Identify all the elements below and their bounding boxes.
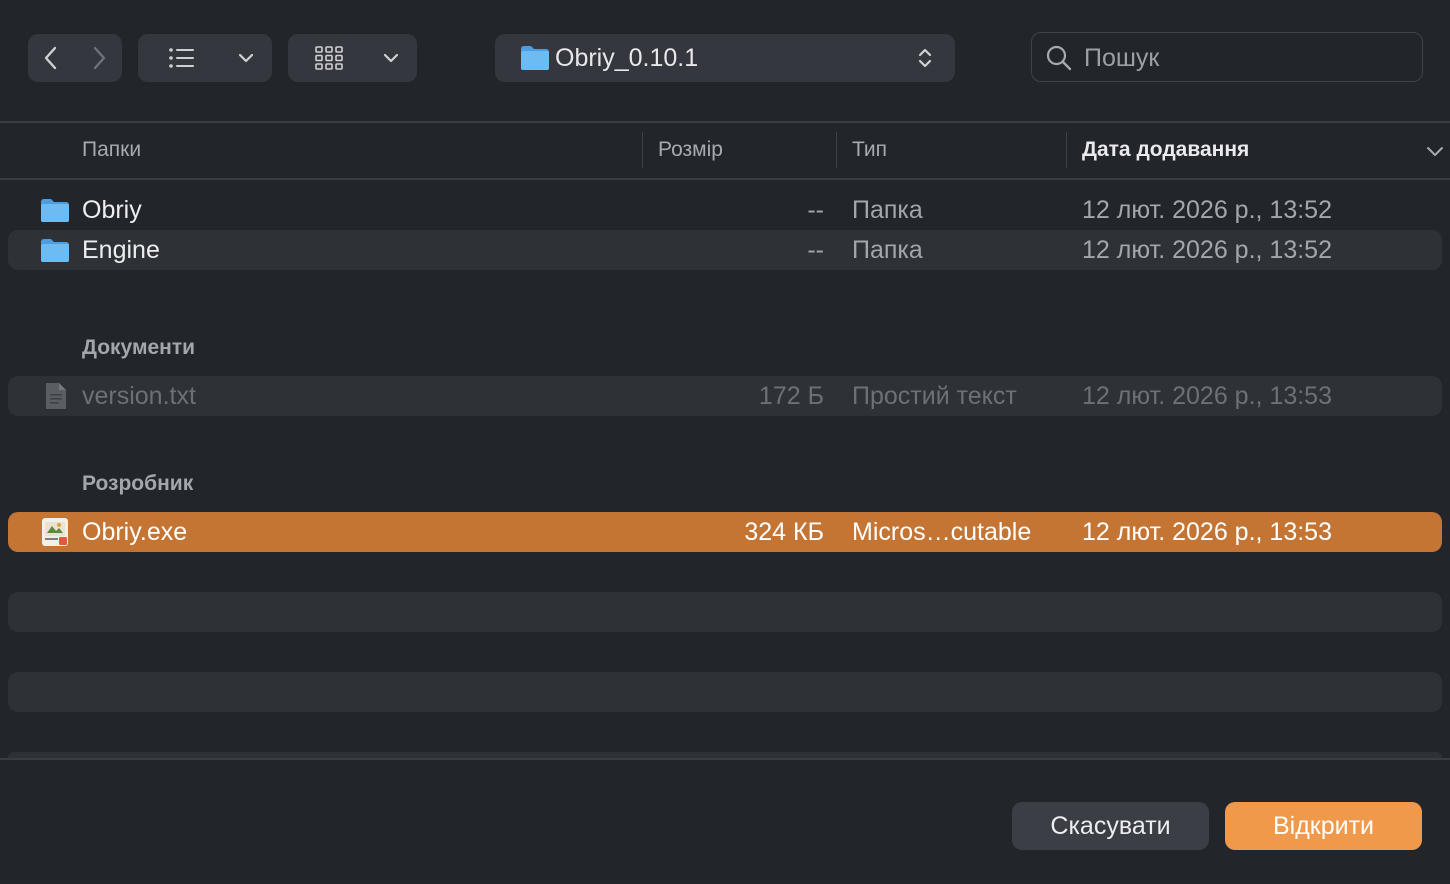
empty-row	[8, 592, 1442, 632]
divider	[0, 758, 1450, 760]
list-item-folder-engine[interactable]: Engine -- Папка 12 лют. 2026 р., 13:52	[8, 230, 1442, 270]
open-button[interactable]: Відкрити	[1225, 802, 1422, 850]
file-type: Папка	[852, 196, 923, 224]
list-item-obriy-exe[interactable]: Obriy.exe 324 КБ Micros…cutable 12 лют. …	[8, 512, 1442, 552]
file-type: Папка	[852, 236, 923, 264]
toolbar: Obriy_0.10.1	[0, 0, 1450, 122]
file-name: Obriy	[82, 196, 142, 224]
folder-icon	[521, 46, 549, 70]
file-size: 172 Б	[758, 382, 824, 410]
exe-file-icon	[42, 518, 68, 546]
list-item-version-txt: version.txt 172 Б Простий текст 12 лют. …	[8, 376, 1442, 416]
chevron-down-icon	[232, 34, 260, 82]
search-icon	[1046, 45, 1072, 71]
list-item-folder-obriy[interactable]: Obriy -- Папка 12 лют. 2026 р., 13:52	[8, 190, 1442, 230]
sort-descending-icon	[1427, 147, 1443, 156]
folder-icon	[41, 239, 69, 262]
column-type-header[interactable]: Тип	[852, 138, 887, 162]
cancel-button[interactable]: Скасувати	[1012, 802, 1209, 850]
file-size: 324 КБ	[744, 518, 824, 546]
file-name: version.txt	[82, 382, 196, 410]
column-size-header[interactable]: Розмір	[658, 138, 723, 162]
divider	[0, 178, 1450, 180]
file-name: Engine	[82, 236, 160, 264]
search-input[interactable]	[1082, 41, 1406, 75]
grid-view-button[interactable]	[288, 34, 417, 82]
empty-row	[8, 672, 1442, 712]
back-button[interactable]	[28, 34, 74, 82]
chevron-up-down-icon	[918, 48, 932, 68]
column-divider[interactable]	[836, 132, 837, 168]
chevron-right-icon	[93, 46, 106, 70]
divider	[0, 121, 1450, 123]
file-name: Obriy.exe	[82, 518, 188, 546]
list-view-icon	[166, 34, 198, 82]
file-size: --	[807, 196, 824, 224]
forward-button[interactable]	[76, 34, 122, 82]
file-type: Micros…cutable	[852, 518, 1032, 546]
column-date-header[interactable]: Дата додавання	[1082, 138, 1249, 162]
column-name-header[interactable]: Папки	[82, 138, 141, 162]
column-divider[interactable]	[1066, 132, 1067, 168]
group-header-developer: Розробник	[82, 472, 194, 495]
column-divider[interactable]	[642, 132, 643, 168]
grid-view-icon	[312, 34, 346, 82]
file-type: Простий текст	[852, 382, 1017, 410]
nav-buttons	[28, 34, 122, 82]
file-size: --	[807, 236, 824, 264]
file-date: 12 лют. 2026 р., 13:53	[1082, 518, 1332, 546]
chevron-left-icon	[44, 46, 57, 70]
search-field[interactable]	[1031, 32, 1423, 82]
file-date: 12 лют. 2026 р., 13:52	[1082, 236, 1332, 264]
folder-icon	[41, 199, 69, 222]
text-file-icon	[46, 383, 66, 409]
list-view-button[interactable]	[138, 34, 272, 82]
file-date: 12 лют. 2026 р., 13:52	[1082, 196, 1332, 224]
column-header: Папки Розмір Тип Дата додавання	[0, 124, 1450, 178]
file-date: 12 лют. 2026 р., 13:53	[1082, 382, 1332, 410]
path-popup[interactable]: Obriy_0.10.1	[495, 34, 955, 82]
chevron-down-icon	[377, 34, 405, 82]
path-popup-label: Obriy_0.10.1	[555, 44, 699, 72]
group-header-documents: Документи	[82, 336, 196, 359]
